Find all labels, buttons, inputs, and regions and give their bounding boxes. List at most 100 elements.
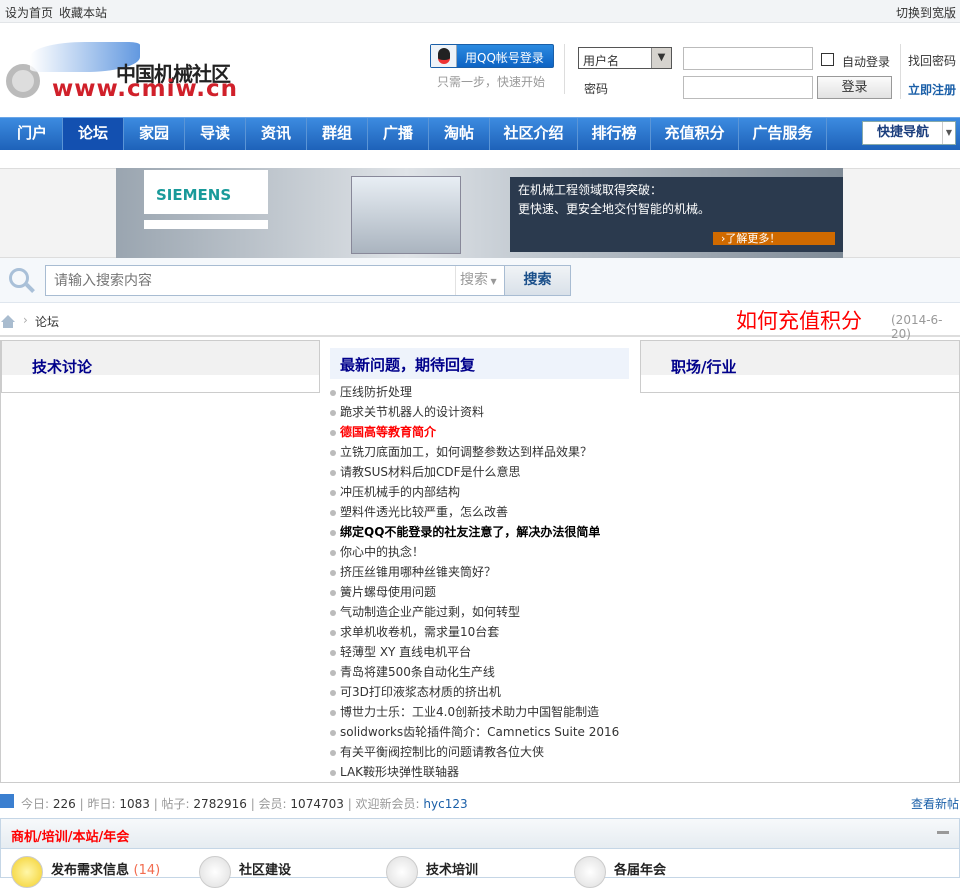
- latest-thread-link[interactable]: 挤压丝锥用哪种丝锥夹筒好？: [330, 563, 496, 580]
- breadcrumb-separator: ›: [23, 313, 28, 327]
- forum-link-training[interactable]: 技术培训: [426, 859, 478, 878]
- auto-login-checkbox[interactable]: [821, 53, 834, 66]
- thread-title: 请教SUS材料后加CDF是什么意思: [340, 465, 521, 479]
- forum-new-icon: [11, 856, 43, 888]
- latest-thread-link[interactable]: 压线防折处理: [330, 383, 412, 400]
- forum-link-community[interactable]: 社区建设: [239, 859, 291, 878]
- machine-image: [351, 176, 461, 254]
- bullet-icon: [330, 409, 336, 416]
- bullet-icon: [330, 749, 336, 756]
- latest-thread-link[interactable]: 博世力士乐：工业4.0创新技术助力中国智能制造: [330, 703, 599, 720]
- bullet-icon: [330, 629, 336, 636]
- bullet-icon: [330, 669, 336, 676]
- stats-icon: [0, 794, 14, 808]
- banner-line2: 更快速、更安全地交付智能的机械。: [518, 202, 711, 216]
- thread-title: 轻薄型 XY 直线电机平台: [340, 645, 472, 659]
- thread-title: 压线防折处理: [340, 385, 413, 399]
- nav-ranking[interactable]: 排行榜: [578, 118, 651, 150]
- nav-collections[interactable]: 淘帖: [429, 118, 490, 150]
- thread-title: 有关平衡阀控制比的问题请教各位大侠: [340, 745, 545, 759]
- forgot-password-link[interactable]: 找回密码: [908, 52, 956, 69]
- search-type-select[interactable]: 搜索 ▼: [455, 266, 504, 295]
- bullet-icon: [330, 709, 336, 716]
- wide-mode-link[interactable]: 切换到宽版: [896, 4, 956, 21]
- notice-date: (2014-6-20): [891, 313, 943, 341]
- bullet-icon: [330, 609, 336, 616]
- password-label: 密码: [584, 82, 609, 96]
- chevron-down-icon: ▼: [942, 122, 955, 144]
- username-type-select[interactable]: 用户名 ▼: [578, 47, 672, 69]
- thread-title: 德国高等教育简介: [340, 425, 437, 439]
- nav-news[interactable]: 资讯: [246, 118, 307, 150]
- breadcrumb-forum[interactable]: 论坛: [35, 313, 59, 330]
- main-nav: 门户 论坛 家园 导读 资讯 群组 广播 淘帖 社区介绍 排行榜 充值积分 广告…: [0, 117, 960, 150]
- register-link[interactable]: 立即注册: [908, 81, 956, 98]
- site-logo[interactable]: 中国机械社区 www.cmiw.cn: [0, 34, 243, 104]
- search-button[interactable]: 搜索: [504, 266, 570, 295]
- home-icon-base: [3, 321, 13, 328]
- login-button[interactable]: 登录: [817, 76, 892, 99]
- category-title[interactable]: 商机/培训/本站/年会: [11, 826, 129, 845]
- latest-thread-link[interactable]: 塑料件透光比较严重，怎么改善: [330, 503, 508, 520]
- nav-forum[interactable]: 论坛: [63, 118, 124, 150]
- password-input[interactable]: [683, 76, 813, 99]
- latest-title[interactable]: 最新问题，期待回复: [340, 354, 475, 375]
- nav-portal[interactable]: 门户: [2, 118, 63, 150]
- thread-title: 跪求关节机器人的设计资料: [340, 405, 485, 419]
- bullet-icon: [330, 769, 336, 776]
- latest-thread-link[interactable]: 你心中的执念！: [330, 543, 424, 560]
- nav-groups[interactable]: 群组: [307, 118, 368, 150]
- username-input[interactable]: [683, 47, 813, 70]
- nav-about[interactable]: 社区介绍: [490, 118, 578, 150]
- search-input[interactable]: [46, 266, 454, 295]
- view-new-posts-link[interactable]: 查看新帖: [911, 795, 959, 812]
- forum-link-annual[interactable]: 各届年会: [614, 859, 666, 878]
- bullet-icon: [330, 549, 336, 556]
- learn-more-button[interactable]: ›了解更多！: [713, 232, 835, 245]
- set-home-link[interactable]: 设为首页: [5, 4, 53, 21]
- latest-thread-link[interactable]: 求单机收卷机，需求量10台套: [330, 623, 499, 640]
- nav-recharge[interactable]: 充值积分: [651, 118, 739, 150]
- thread-title: 求单机收卷机，需求量10台套: [340, 625, 500, 639]
- notice-link[interactable]: 如何充值积分: [736, 305, 862, 335]
- latest-thread-link[interactable]: 簧片螺母使用问题: [330, 583, 436, 600]
- quick-nav-button[interactable]: 快捷导航 ▼: [862, 121, 956, 145]
- latest-thread-link[interactable]: 跪求关节机器人的设计资料: [330, 403, 484, 420]
- latest-thread-link[interactable]: LAK鞍形块弹性联轴器: [330, 763, 459, 780]
- latest-thread-link[interactable]: 青岛将建500条自动化生产线: [330, 663, 495, 680]
- latest-thread-link[interactable]: 可3D打印液浆态材质的挤出机: [330, 683, 501, 700]
- thread-title: 簧片螺母使用问题: [340, 585, 437, 599]
- collapse-icon[interactable]: [937, 831, 949, 834]
- forum-link-demand[interactable]: 发布需求信息 (14): [51, 859, 160, 878]
- nav-guide[interactable]: 导读: [185, 118, 246, 150]
- latest-thread-link[interactable]: solidworks齿轮插件简介：Camnetics Suite 2016: [330, 723, 619, 740]
- latest-thread-link[interactable]: 立铣刀底面加工，如何调整参数达到样品效果？: [330, 443, 592, 460]
- bullet-icon: [330, 389, 336, 396]
- bullet-icon: [330, 429, 336, 436]
- nav-ads[interactable]: 广告服务: [739, 118, 827, 150]
- siemens-banner[interactable]: SIEMENS 在机械工程领域取得突破： 更快速、更安全地交付智能的机械。 ›了…: [116, 168, 843, 258]
- thread-title: 塑料件透光比较严重，怎么改善: [340, 505, 509, 519]
- bookmark-link[interactable]: 收藏本站: [59, 4, 107, 21]
- latest-thread-link[interactable]: 德国高等教育简介: [330, 423, 436, 440]
- nav-broadcast[interactable]: 广播: [368, 118, 429, 150]
- auto-login-label: 自动登录: [842, 55, 891, 69]
- latest-thread-link[interactable]: 冲压机械手的内部结构: [330, 483, 460, 500]
- bullet-icon: [330, 689, 336, 696]
- thread-title: 博世力士乐：工业4.0创新技术助力中国智能制造: [340, 705, 600, 719]
- bullet-icon: [330, 649, 336, 656]
- latest-thread-link[interactable]: 有关平衡阀控制比的问题请教各位大侠: [330, 743, 544, 760]
- forum-stats: 今日: 226 | 昨日: 1083 | 帖子: 2782916 | 会员: 1…: [21, 797, 468, 811]
- latest-thread-link[interactable]: 气动制造企业产能过剩，如何转型: [330, 603, 520, 620]
- latest-thread-link[interactable]: 绑定QQ不能登录的社友注意了，解决办法很简单: [330, 523, 600, 540]
- thread-title: 青岛将建500条自动化生产线: [340, 665, 495, 679]
- qq-login-button[interactable]: 用QQ帐号登录: [430, 44, 554, 68]
- career-title[interactable]: 职场/行业: [671, 356, 736, 377]
- nav-home[interactable]: 家园: [124, 118, 185, 150]
- qq-penguin-icon: [431, 45, 457, 67]
- latest-thread-link[interactable]: 请教SUS材料后加CDF是什么意思: [330, 463, 521, 480]
- latest-thread-link[interactable]: 轻薄型 XY 直线电机平台: [330, 643, 471, 660]
- forum-icon: [199, 856, 231, 888]
- newest-member-link[interactable]: hyc123: [423, 797, 467, 811]
- tech-discussion-title[interactable]: 技术讨论: [32, 356, 92, 377]
